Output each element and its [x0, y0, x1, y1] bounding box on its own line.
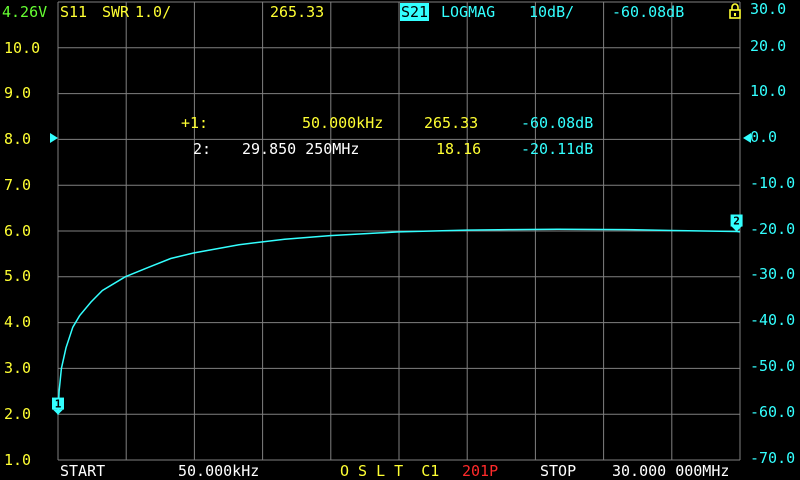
left-tick-label: 3.0 [4, 359, 32, 377]
left-tick-label: 1.0 [4, 451, 32, 469]
right-reference-marker [743, 133, 751, 143]
right-tick-label: -60.0 [750, 403, 796, 421]
trace1-format[interactable]: SWR [102, 4, 129, 20]
right-tick-label: -30.0 [750, 265, 796, 283]
marker1-frequency: 50.000kHz [302, 114, 384, 132]
marker2-frequency: 29.850 250MHz [242, 140, 360, 158]
left-tick-label: 9.0 [4, 84, 32, 102]
marker2-label[interactable]: 2: [193, 141, 211, 157]
right-tick-label: -70.0 [750, 449, 796, 467]
right-tick-label: 20.0 [750, 37, 787, 55]
marker1-db: -60.08dB [521, 114, 594, 132]
svg-text:1: 1 [55, 398, 62, 411]
trace2-channel-badge[interactable]: S21 [400, 3, 430, 21]
left-reference-marker [50, 133, 58, 143]
marker2-db: -20.11dB [521, 140, 594, 158]
left-tick-label: 7.0 [4, 176, 32, 194]
left-tick-label: 8.0 [4, 130, 32, 148]
trace2-value: -60.08dB [612, 3, 685, 21]
left-tick-label: 6.0 [4, 222, 32, 240]
calibration-status[interactable]: O S L T C1 [340, 463, 439, 479]
marker2-swr: 18.16 [436, 140, 482, 158]
sweep-points[interactable]: 201P [462, 463, 498, 479]
left-tick-label: 4.0 [4, 313, 32, 331]
trace1-scale: 1.0/ [135, 3, 172, 21]
right-tick-label: 10.0 [750, 82, 787, 100]
right-tick-label: 0.0 [750, 128, 778, 146]
left-tick-label: 5.0 [4, 267, 32, 285]
right-tick-label: -40.0 [750, 311, 796, 329]
padlock-icon[interactable] [729, 3, 741, 19]
vna-screen: 12 4.26V S11 SWR 1.0/ 265.33 S21 LOGMAG … [0, 0, 800, 480]
stop-frequency[interactable]: 30.000 000MHz [612, 463, 729, 479]
trace2-scale: 10dB/ [529, 3, 575, 21]
trace1-value: 265.33 [270, 3, 325, 21]
svg-text:2: 2 [733, 215, 740, 228]
marker1-swr: 265.33 [424, 114, 479, 132]
trace-marker-1[interactable]: 1 [52, 397, 64, 415]
right-tick-label: -10.0 [750, 174, 796, 192]
right-tick-label: 30.0 [750, 0, 787, 18]
battery-voltage: 4.26V [2, 3, 48, 21]
stop-label[interactable]: STOP [540, 463, 576, 479]
right-tick-label: -20.0 [750, 220, 796, 238]
plot-area: 12 [52, 1, 743, 461]
left-tick-label: 2.0 [4, 405, 32, 423]
left-tick-label: 10.0 [4, 39, 41, 57]
trace2-format[interactable]: LOGMAG [441, 4, 495, 20]
right-tick-label: -50.0 [750, 357, 796, 375]
start-frequency[interactable]: 50.000kHz [178, 463, 259, 479]
trace-marker-2[interactable]: 2 [730, 214, 743, 232]
start-label[interactable]: START [60, 463, 105, 479]
marker1-label[interactable]: +1: [181, 115, 208, 131]
trace1-channel[interactable]: S11 [60, 4, 87, 20]
